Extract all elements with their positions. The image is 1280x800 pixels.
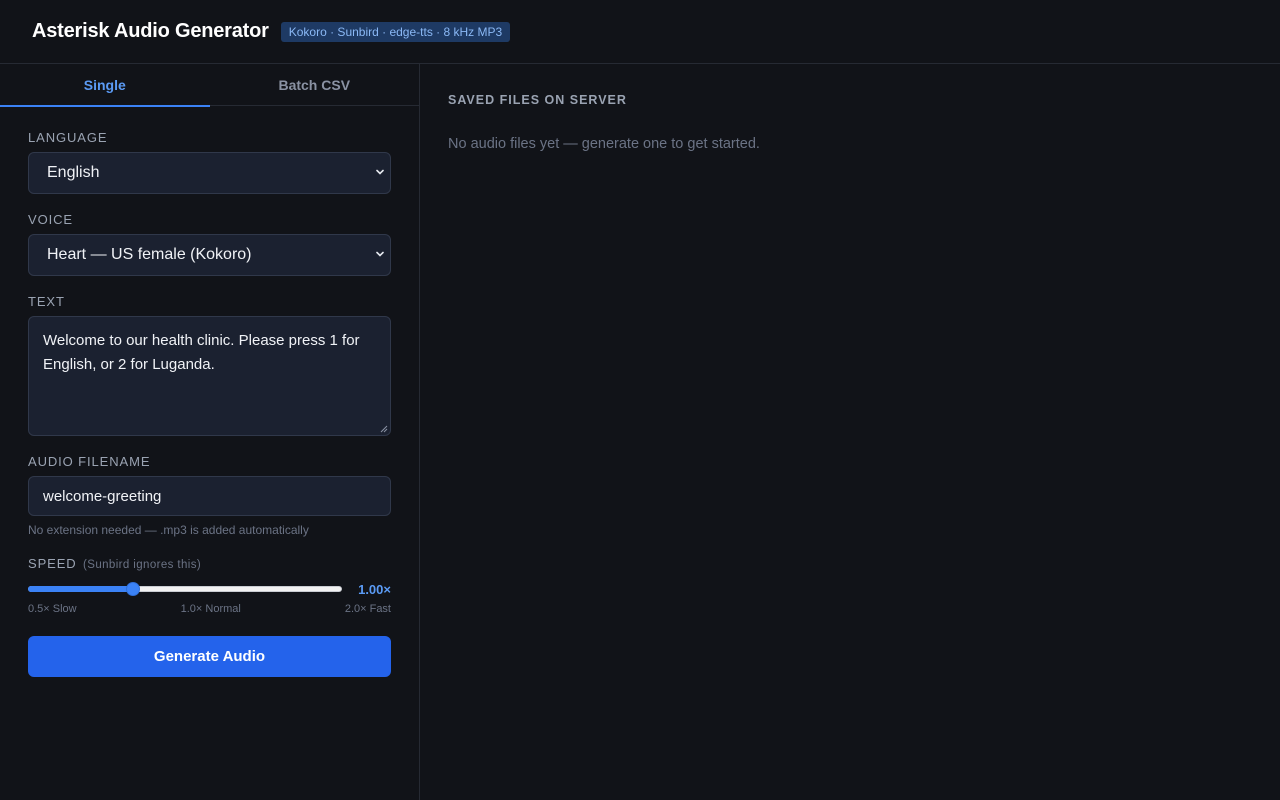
empty-state-message: No audio files yet — generate one to get… [448, 136, 760, 152]
language-select-value: English [47, 164, 100, 181]
voice-label: VOICE [28, 212, 73, 227]
tab-batch-csv[interactable]: Batch CSV [210, 64, 420, 106]
slider-thumb[interactable] [125, 582, 140, 596]
speed-scale-min: 0.5× Slow [28, 603, 77, 615]
filename-input[interactable]: welcome-greeting [28, 476, 391, 516]
generator-panel: Single Batch CSV LANGUAGE English VOICE … [0, 64, 420, 800]
speed-slider[interactable] [28, 581, 343, 597]
mode-tabs: Single Batch CSV [0, 64, 420, 107]
tab-single[interactable]: Single [0, 64, 210, 107]
voice-select[interactable]: Heart — US female (Kokoro) [28, 234, 391, 276]
speed-label-hint: (Sunbird ignores this) [83, 559, 202, 571]
saved-files-panel: SAVED FILES ON SERVER No audio files yet… [421, 64, 1280, 800]
filename-input-value: welcome-greeting [43, 487, 162, 505]
speed-value: 1.00× [358, 581, 391, 597]
voice-select-value: Heart — US female (Kokoro) [47, 246, 252, 263]
speed-label: SPEED [28, 556, 77, 571]
engine-badge: Kokoro · Sunbird · edge-tts · 8 kHz MP3 [280, 21, 511, 42]
text-label: TEXT [28, 294, 65, 309]
app-header: Asterisk Audio Generator Kokoro · Sunbir… [0, 0, 1280, 64]
filename-hint: No extension needed — .mp3 is added auto… [28, 523, 309, 537]
text-input-value: Welcome to our health clinic. Please pre… [43, 332, 360, 373]
language-select[interactable]: English [28, 152, 391, 194]
generator-form: LANGUAGE English VOICE Heart — US female… [0, 130, 419, 677]
text-input[interactable]: Welcome to our health clinic. Please pre… [28, 316, 391, 436]
filename-label: AUDIO FILENAME [28, 454, 151, 469]
saved-files-title: SAVED FILES ON SERVER [448, 93, 627, 107]
resize-handle-icon[interactable] [380, 425, 388, 433]
generate-audio-button[interactable]: Generate Audio [28, 636, 391, 677]
slider-fill [28, 586, 133, 592]
speed-label-row: SPEED (Sunbird ignores this) [28, 555, 391, 573]
chevron-down-icon [376, 169, 384, 175]
speed-scale-max: 2.0× Fast [344, 603, 391, 615]
app-title: Asterisk Audio Generator [32, 20, 269, 42]
chevron-down-icon [376, 251, 384, 257]
speed-control: 1.00× [28, 581, 391, 597]
speed-scale: 0.5× Slow 1.0× Normal 2.0× Fast [28, 603, 391, 615]
speed-scale-mid: 1.0× Normal [180, 603, 241, 615]
language-label: LANGUAGE [28, 130, 108, 145]
